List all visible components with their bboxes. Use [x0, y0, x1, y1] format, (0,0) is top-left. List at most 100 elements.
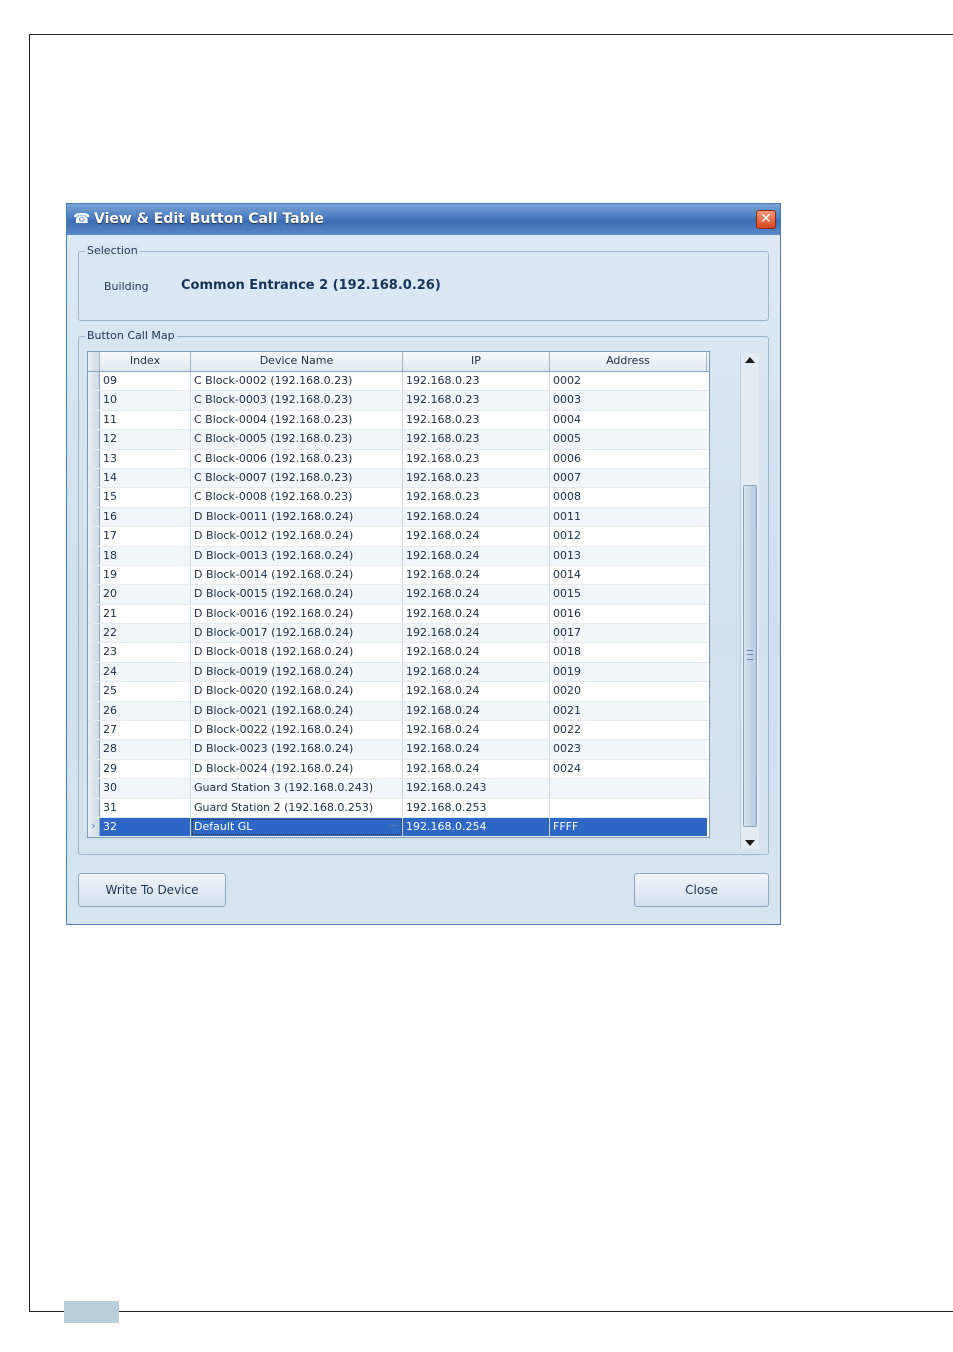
cell-index[interactable]: 17 — [100, 527, 191, 546]
row-selector[interactable] — [88, 585, 100, 604]
cell-ip[interactable]: 192.168.0.23 — [403, 449, 550, 468]
row-selector[interactable] — [88, 449, 100, 468]
cell-ip[interactable]: 192.168.0.23 — [403, 391, 550, 410]
cell-index[interactable]: 11 — [100, 410, 191, 430]
cell-device-name[interactable]: D Block-0024 (192.168.0.24) — [191, 759, 403, 779]
cell-device-name[interactable]: D Block-0013 (192.168.0.24) — [191, 546, 403, 565]
cell-ip[interactable]: 192.168.0.254 — [403, 817, 550, 837]
table-row[interactable]: 25 D Block-0020 (192.168.0.24) 192.168.0.2… — [88, 682, 709, 702]
current-row-pointer-icon[interactable]: › — [88, 817, 100, 837]
cell-index[interactable]: 19 — [100, 565, 191, 585]
cell-device-name[interactable]: C Block-0006 (192.168.0.23) — [191, 449, 403, 468]
cell-device-name[interactable]: Guard Station 2 (192.168.0.253) — [191, 798, 403, 817]
cell-ip[interactable]: 192.168.0.24 — [403, 662, 550, 682]
cell-address[interactable]: FFFF — [550, 817, 707, 837]
cell-index[interactable]: 15 — [100, 488, 191, 507]
cell-address[interactable]: 0016 — [550, 605, 707, 623]
cell-device-name[interactable]: C Block-0004 (192.168.0.23) — [191, 410, 403, 430]
cell-device-name[interactable]: D Block-0012 (192.168.0.24) — [191, 527, 403, 546]
cell-device-name[interactable]: D Block-0019 (192.168.0.24) — [191, 662, 403, 682]
table-row[interactable]: 27 D Block-0022 (192.168.0.24) 192.168.0.2… — [88, 721, 709, 741]
row-selector[interactable] — [88, 372, 100, 391]
close-window-button[interactable]: ✕ — [756, 210, 776, 229]
cell-ip[interactable]: 192.168.0.23 — [403, 410, 550, 430]
cell-device-name[interactable]: C Block-0002 (192.168.0.23) — [191, 372, 403, 391]
table-row[interactable]: 26 D Block-0021 (192.168.0.24) 192.168.0.2… — [88, 701, 709, 722]
cell-address[interactable]: 0004 — [550, 411, 707, 429]
write-to-device-button[interactable]: Write To Device — [78, 873, 226, 907]
row-selector[interactable] — [88, 643, 100, 662]
table-row[interactable]: 28 D Block-0023 (192.168.0.24) 192.168.0.2… — [88, 740, 709, 760]
cell-device-name[interactable]: C Block-0007 (192.168.0.23) — [191, 468, 403, 488]
table-row[interactable]: 14 C Block-0007 (192.168.0.23) 192.168.0.2… — [88, 468, 709, 489]
cell-ip[interactable]: 192.168.0.23 — [403, 372, 550, 391]
row-selector[interactable] — [88, 682, 100, 701]
cell-address[interactable]: 0013 — [550, 546, 707, 565]
cell-address[interactable]: 0023 — [550, 740, 707, 759]
cell-device-name[interactable]: D Block-0011 (192.168.0.24) — [191, 507, 403, 527]
cell-ip[interactable]: 192.168.0.24 — [403, 624, 550, 643]
table-row[interactable]: 11 C Block-0004 (192.168.0.23) 192.168.0.2… — [88, 410, 709, 431]
table-row[interactable]: 10 C Block-0003 (192.168.0.23) 192.168.0.2… — [88, 391, 709, 411]
cell-index[interactable]: 12 — [100, 430, 191, 449]
column-header-device-name[interactable]: Device Name — [191, 352, 403, 371]
table-row[interactable]: 18 D Block-0013 (192.168.0.24) 192.168.0.2… — [88, 546, 709, 566]
cell-ip[interactable]: 192.168.0.24 — [403, 565, 550, 585]
row-selector[interactable] — [88, 507, 100, 527]
cell-index[interactable]: 22 — [100, 624, 191, 643]
cell-index[interactable]: 20 — [100, 585, 191, 604]
cell-address[interactable]: 0007 — [550, 468, 707, 488]
table-row[interactable]: 22 D Block-0017 (192.168.0.24) 192.168.0.2… — [88, 624, 709, 644]
cell-address[interactable]: 0012 — [550, 527, 707, 545]
cell-device-name[interactable]: C Block-0003 (192.168.0.23) — [191, 391, 403, 410]
cell-device-name[interactable]: D Block-0021 (192.168.0.24) — [191, 701, 403, 721]
cell-index[interactable]: 16 — [100, 507, 191, 527]
cell-ip[interactable]: 192.168.0.253 — [403, 798, 550, 817]
row-selector[interactable] — [88, 410, 100, 430]
row-selector[interactable] — [88, 604, 100, 624]
cell-index[interactable]: 10 — [100, 391, 191, 410]
scroll-thumb[interactable] — [743, 485, 757, 827]
cell-ip[interactable]: 192.168.0.24 — [403, 740, 550, 759]
cell-index[interactable]: 09 — [100, 372, 191, 391]
cell-address[interactable]: 0018 — [550, 643, 707, 661]
cell-index[interactable]: 26 — [100, 701, 191, 721]
cell-address[interactable]: 0017 — [550, 624, 707, 643]
cell-device-name[interactable]: Guard Station 3 (192.168.0.243) — [191, 779, 403, 798]
cell-ip[interactable]: 192.168.0.23 — [403, 488, 550, 507]
cell-address[interactable]: 0015 — [550, 585, 707, 604]
column-header-index[interactable]: Index — [100, 352, 191, 371]
table-row[interactable]: 17 D Block-0012 (192.168.0.24) 192.168.0.2… — [88, 527, 709, 547]
cell-address[interactable]: 0005 — [550, 430, 707, 449]
table-row[interactable]: 13 C Block-0006 (192.168.0.23) 192.168.0.2… — [88, 449, 709, 469]
column-header-ip[interactable]: IP — [403, 352, 550, 371]
cell-address[interactable]: 0011 — [550, 507, 707, 527]
cell-device-name[interactable]: D Block-0018 (192.168.0.24) — [191, 643, 403, 662]
cell-index[interactable]: 31 — [100, 798, 191, 817]
row-selector[interactable] — [88, 468, 100, 488]
row-selector[interactable] — [88, 779, 100, 798]
ellipsis-edit-icon[interactable]: ··· — [388, 818, 398, 836]
table-row[interactable]: › 32 Default GL ··· 192.168.0.254 FFFF — [88, 817, 709, 838]
cell-index[interactable]: 25 — [100, 682, 191, 701]
row-selector[interactable] — [88, 430, 100, 449]
cell-address[interactable] — [550, 779, 707, 798]
cell-index[interactable]: 13 — [100, 449, 191, 468]
cell-address[interactable]: 0008 — [550, 488, 707, 506]
cell-address[interactable]: 0003 — [550, 391, 707, 410]
table-row[interactable]: 21 D Block-0016 (192.168.0.24) 192.168.0.2… — [88, 604, 709, 625]
table-row[interactable]: 29 D Block-0024 (192.168.0.24) 192.168.0.2… — [88, 759, 709, 780]
cell-device-name[interactable]: D Block-0017 (192.168.0.24) — [191, 624, 403, 643]
row-selector[interactable] — [88, 701, 100, 721]
row-selector[interactable] — [88, 721, 100, 740]
table-row[interactable]: 24 D Block-0019 (192.168.0.24) 192.168.0.2… — [88, 662, 709, 683]
cell-ip[interactable]: 192.168.0.24 — [403, 759, 550, 779]
scroll-up-arrow-icon[interactable] — [745, 357, 755, 363]
vertical-scrollbar[interactable] — [740, 353, 759, 849]
cell-address[interactable]: 0020 — [550, 682, 707, 700]
cell-ip[interactable]: 192.168.0.24 — [403, 507, 550, 527]
column-header-address[interactable]: Address — [550, 352, 707, 371]
cell-ip[interactable]: 192.168.0.24 — [403, 604, 550, 624]
cell-device-name[interactable]: C Block-0005 (192.168.0.23) — [191, 430, 403, 449]
close-button[interactable]: Close — [634, 873, 769, 907]
